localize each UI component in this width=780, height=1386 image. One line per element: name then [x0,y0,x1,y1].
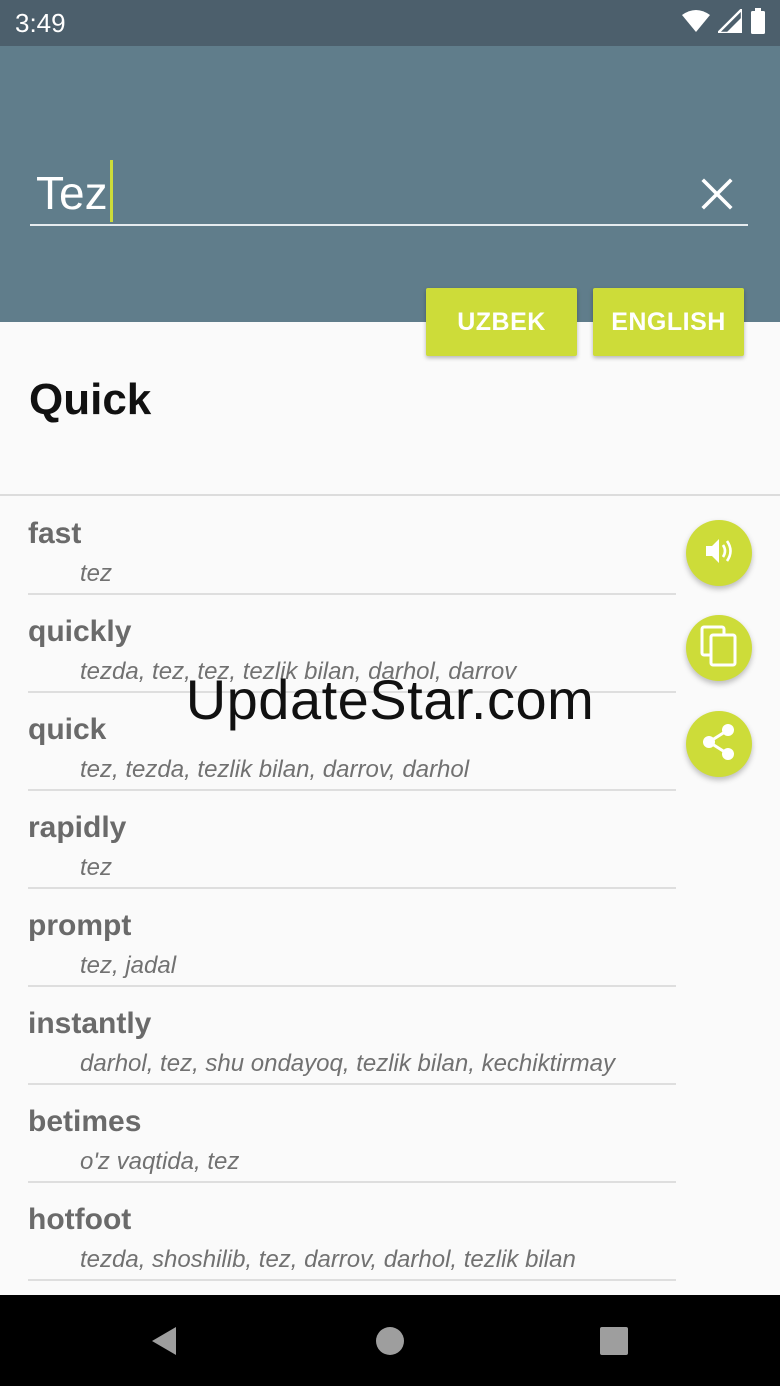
close-icon [694,178,740,221]
list-item[interactable]: hotfoot tezda, shoshilib, tez, darrov, d… [28,1183,676,1281]
battery-icon [750,7,766,39]
clear-search-button[interactable] [694,171,740,217]
result-translation: tez [80,854,113,881]
list-item[interactable]: instantly darhol, tez, shu ondayoq, tezl… [28,987,676,1085]
text-cursor [110,160,113,222]
list-item[interactable]: fast tez [28,497,676,595]
result-term: betimes [28,1105,142,1138]
divider [0,494,780,496]
copy-icon [699,624,739,673]
recents-button[interactable] [590,1317,638,1365]
result-term: rapidly [28,811,127,844]
speak-button[interactable] [686,520,752,586]
result-term: fast [28,517,82,550]
result-term: instantly [28,1007,152,1040]
status-bar: 3:49 [0,0,780,46]
result-translation: o'z vaqtida, tez [80,1148,240,1175]
home-button[interactable] [366,1317,414,1365]
list-item[interactable]: prompt tez, jadal [28,889,676,987]
result-translation: darhol, tez, shu ondayoq, tezlik bilan, … [80,1050,615,1077]
list-item[interactable]: rapidly tez [28,791,676,889]
back-triangle-icon [140,1327,188,1369]
wifi-icon [682,9,710,38]
navigation-bar [0,1295,780,1386]
recents-square-icon [590,1327,638,1369]
home-circle-icon [366,1327,414,1369]
results-list: fast tez quickly tezda, tez, tez, tezlik… [28,497,676,1281]
result-translation: tez [80,560,113,587]
search-header [0,46,780,322]
word-title: Quick [29,375,152,424]
result-translation: tez, tezda, tezlik bilan, darrov, darhol [80,756,470,783]
result-term: quickly [28,615,132,648]
result-term: hotfoot [28,1203,132,1236]
search-input[interactable] [30,161,686,225]
list-item[interactable]: betimes o'z vaqtida, tez [28,1085,676,1183]
speaker-icon [702,534,736,573]
back-button[interactable] [140,1317,188,1365]
result-term: prompt [28,909,132,942]
result-translation: tezda, shoshilib, tez, darrov, darhol, t… [80,1246,576,1273]
search-underline [30,224,748,226]
signal-icon [715,5,744,38]
watermark-text: UpdateStar.com [185,668,595,731]
english-button[interactable]: ENGLISH [593,288,744,356]
uzbek-button[interactable]: UZBEK [426,288,577,356]
result-translation: tez, jadal [80,952,177,979]
status-time: 3:49 [15,8,66,38]
